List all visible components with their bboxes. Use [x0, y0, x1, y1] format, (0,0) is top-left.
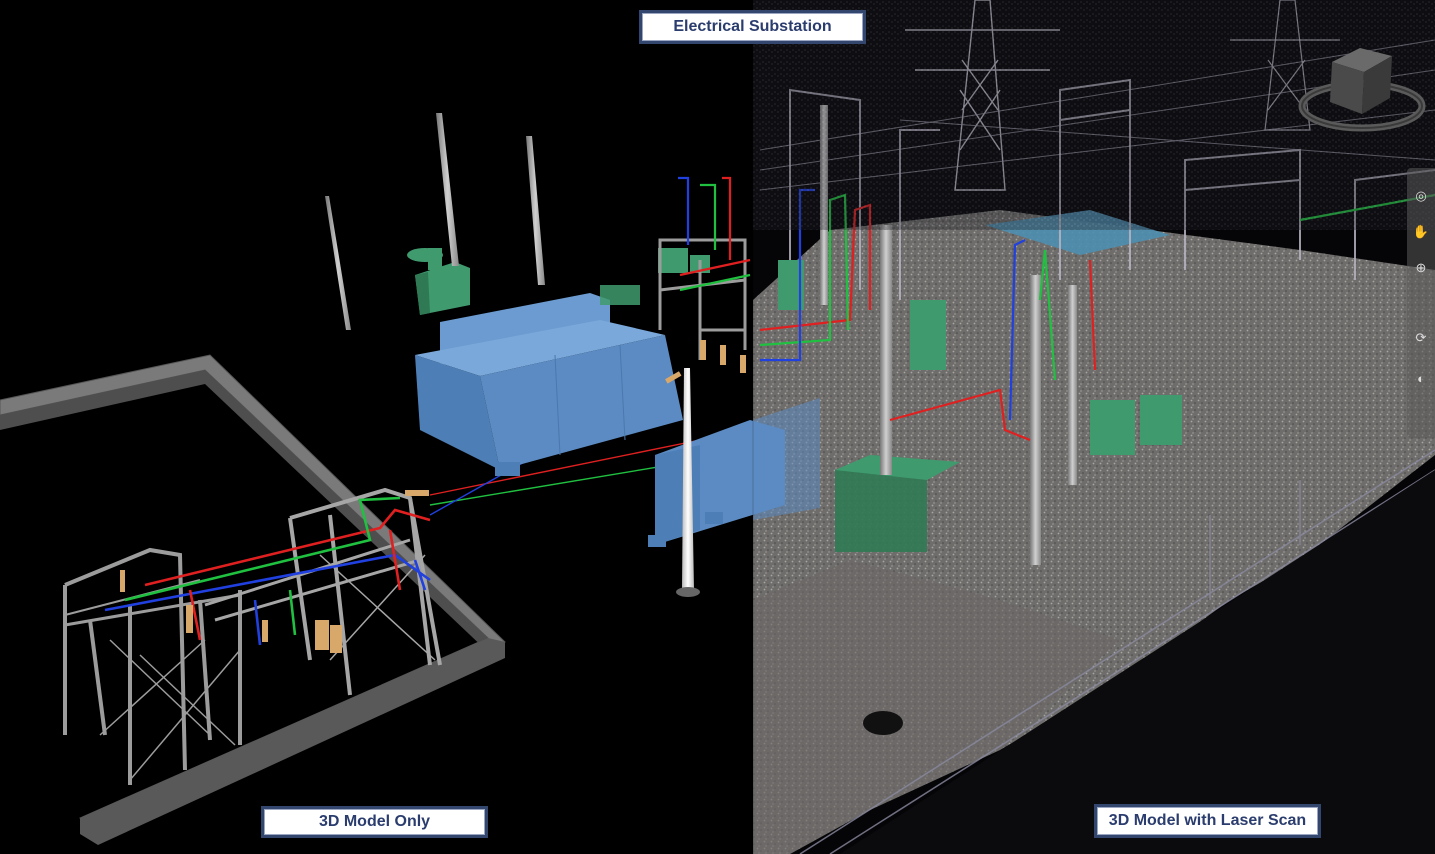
steel-structure-left [63, 547, 242, 785]
laser-scan-caption: 3D Model with Laser Scan [1094, 804, 1321, 838]
look-icon[interactable]: ◐ [1411, 368, 1431, 388]
model-transformer [407, 248, 470, 315]
navigation-bar: ◎ ✋ ⊕ ⟳ ◐ [1407, 168, 1435, 438]
zoom-icon[interactable]: ⊕ [1411, 258, 1431, 278]
model-region [0, 113, 785, 845]
3d-viewport[interactable]: ◎ ✋ ⊕ ⟳ ◐ Electrical Substation 3D Model… [0, 0, 1435, 854]
manhole [863, 711, 903, 735]
viewcube-icon[interactable] [1298, 44, 1426, 136]
control-building [415, 293, 683, 476]
substation-scene[interactable] [0, 0, 1435, 854]
title-label: Electrical Substation [639, 10, 866, 44]
full-navigation-wheel-icon[interactable]: ◎ [1411, 186, 1431, 206]
pan-icon[interactable]: ✋ [1411, 222, 1431, 242]
model-only-caption: 3D Model Only [261, 806, 488, 838]
orbit-icon[interactable]: ⟳ [1411, 328, 1431, 348]
